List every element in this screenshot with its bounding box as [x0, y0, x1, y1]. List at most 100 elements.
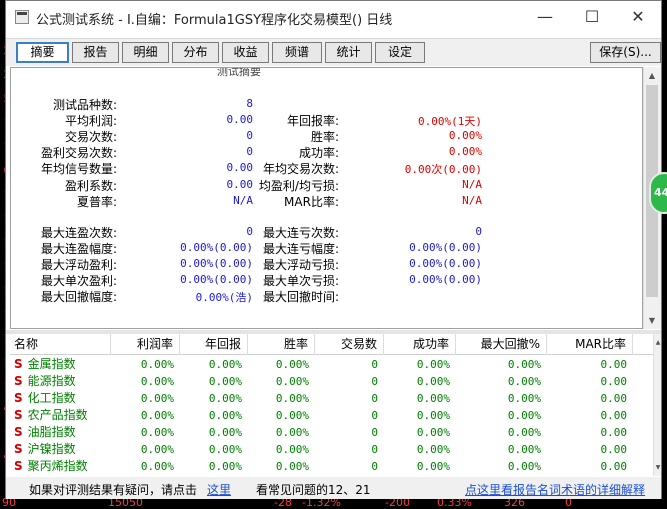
tab-settings[interactable]: 设定	[375, 42, 425, 63]
table-row[interactable]: S 化工指数 0.00% 0.00% 0.00% 0 0.00% 0.00% 0.00	[10, 390, 653, 407]
row-name: 金属指数	[27, 357, 76, 371]
summary-value: 0.00%	[448, 129, 482, 143]
table-cell: 0.00%	[275, 409, 309, 422]
row-name-cell: S 能源指数	[10, 373, 111, 390]
summary-value: 0.00	[226, 113, 254, 127]
table-cell: 0.00%	[208, 358, 242, 371]
table-cell: 0.00%	[416, 392, 450, 405]
table-cell: 0.00%	[140, 409, 174, 422]
desktop-background: 225110111111111919 9015050-28-1.32%-2000…	[0, 0, 667, 509]
table-row[interactable]: S 金属指数 0.00% 0.00% 0.00% 0 0.00% 0.00% 0.00	[10, 356, 653, 373]
table-cell: 0.00%	[507, 358, 541, 371]
table-cell: 0	[371, 375, 378, 388]
summary-value: 0.00%(浩)	[195, 291, 253, 305]
footer-faq: 看常见问题的12、21	[256, 483, 371, 497]
table-cell: 0	[371, 460, 378, 473]
maximize-button[interactable]: ☐	[569, 1, 615, 33]
table-header: 名称 利润率 年回报 胜率 交易数 成功率 最大回撤% MAR比率	[10, 334, 653, 355]
table-scrollbar[interactable]: ▲ ▼	[653, 334, 661, 476]
summary-heading: 测试摘要	[217, 67, 261, 78]
column-header[interactable]: 胜率	[248, 334, 315, 355]
table-cell: 0.00%	[275, 460, 309, 473]
results-table: 名称 利润率 年回报 胜率 交易数 成功率 最大回撤% MAR比率 S 金属指数 0.00% 0.0…	[10, 334, 653, 476]
table-cell: 0.00%	[507, 443, 541, 456]
column-header[interactable]: MAR比率	[547, 334, 633, 355]
scroll-up-arrow-icon[interactable]: ▲	[644, 67, 660, 84]
table-row[interactable]: S 能源指数 0.00% 0.00% 0.00% 0 0.00% 0.00% 0.00	[10, 373, 653, 390]
table-cell: 0.00	[600, 375, 628, 388]
summary-label: 最大单次亏损:	[262, 274, 339, 289]
here-link[interactable]: 这里	[207, 481, 231, 498]
summary-value: 0	[246, 145, 253, 159]
tab-spectrum[interactable]: 频谱	[272, 42, 322, 63]
row-name-cell: S 油脂指数	[10, 424, 111, 441]
glossary-link[interactable]: 点这里看报告名词术语的详细解释	[465, 481, 645, 498]
table-row[interactable]: S 沪镍指数 0.00% 0.00% 0.00% 0 0.00% 0.00% 0.00	[10, 441, 653, 458]
column-header[interactable]: 成功率	[384, 334, 456, 355]
stock-s-icon: S	[14, 374, 23, 388]
summary-label: MAR比率:	[284, 194, 339, 209]
table-cell: 0.00%	[507, 409, 541, 422]
tab-summary[interactable]: 摘要	[16, 42, 69, 63]
column-header[interactable]: 交易数	[315, 334, 384, 355]
table-row[interactable]: S 农产品指数 0.00% 0.00% 0.00% 0 0.00% 0.00% 0.00	[10, 407, 653, 424]
table-cell: 0.00	[600, 358, 628, 371]
table-row[interactable]: S 油脂指数 0.00% 0.00% 0.00% 0 0.00% 0.00% 0.00	[10, 424, 653, 441]
row-name: 能源指数	[27, 374, 76, 388]
scroll-down-arrow-icon[interactable]: ▼	[644, 312, 660, 329]
table-cell: 0.00%	[416, 409, 450, 422]
column-header[interactable]: 名称	[10, 334, 111, 355]
stock-s-icon: S	[14, 425, 23, 439]
table-row[interactable]: S 聚丙烯指数 0.00% 0.00% 0.00% 0 0.00% 0.00% 0.00	[10, 458, 653, 475]
summary-label: 年均信号数量:	[40, 162, 117, 177]
row-name: 聚丙烯指数	[27, 459, 88, 473]
table-scroll-up-icon[interactable]: ▲	[654, 334, 662, 351]
table-cell: 0.00	[600, 460, 628, 473]
tab-detail[interactable]: 明细	[122, 42, 169, 63]
summary-value: 0.00%(1天)	[418, 115, 482, 129]
summary-label: 最大浮动亏损:	[262, 258, 339, 273]
summary-label: 最大单次盈利:	[40, 274, 117, 289]
tab-statistics[interactable]: 统计	[325, 42, 372, 63]
table-scroll-down-icon[interactable]: ▼	[654, 459, 662, 476]
row-name-cell: S 化工指数	[10, 390, 111, 407]
table-cell: 0.00	[600, 426, 628, 439]
row-name-cell: S 聚丙烯指数	[10, 458, 111, 475]
table-cell: 0.00%	[208, 375, 242, 388]
summary-value: N/A	[462, 193, 482, 207]
footer-bar: 如果对评测结果有疑问，请点击 这里 看常见问题的12、21 点这里看报告名词术语…	[6, 477, 661, 499]
table-cell: 0.00	[600, 409, 628, 422]
summary-label: 夏普率:	[76, 194, 117, 209]
summary-value: 0.00	[226, 177, 254, 191]
table-cell: 0.00%	[507, 392, 541, 405]
floating-badge-button[interactable]: 44	[649, 172, 667, 214]
close-button[interactable]: ✕	[615, 1, 661, 33]
summary-label: 最大连盈幅度:	[40, 242, 117, 257]
summary-value: 8	[246, 97, 253, 110]
summary-label: 最大浮动盈利:	[40, 258, 117, 273]
tab-report[interactable]: 报告	[72, 42, 119, 63]
table-cell: 0.00%	[275, 375, 309, 388]
summary-label: 盈利交易次数:	[40, 146, 117, 161]
summary-value: 0.00%(0.00)	[180, 257, 253, 271]
table-cell: 0.00%	[208, 460, 242, 473]
stock-s-icon: S	[14, 357, 23, 371]
tab-returns[interactable]: 收益	[222, 42, 269, 63]
stock-s-icon: S	[14, 459, 23, 473]
summary-label: 测试品种数:	[52, 98, 117, 112]
summary-value: 0.00%(0.00)	[180, 273, 253, 287]
minimize-button[interactable]: —	[522, 1, 568, 33]
column-header[interactable]: 最大回撤%	[456, 334, 547, 355]
save-button[interactable]: 保存(S)...	[590, 42, 661, 63]
formula-test-window: 公式测试系统 - I.自编：Formula1GSY程序化交易模型() 日线 — …	[5, 0, 662, 499]
summary-value: 0.00次(0.00)	[404, 163, 482, 177]
summary-value: 0	[246, 129, 253, 143]
column-header[interactable]: 年回报	[180, 334, 248, 355]
title-bar[interactable]: 公式测试系统 - I.自编：Formula1GSY程序化交易模型() 日线 — …	[6, 1, 661, 33]
summary-label: 最大回撤时间:	[262, 290, 339, 305]
stock-s-icon: S	[14, 391, 23, 405]
row-name: 沪镍指数	[27, 442, 76, 456]
row-name: 化工指数	[27, 391, 76, 405]
tab-distribution[interactable]: 分布	[172, 42, 219, 63]
column-header[interactable]: 利润率	[111, 334, 180, 355]
